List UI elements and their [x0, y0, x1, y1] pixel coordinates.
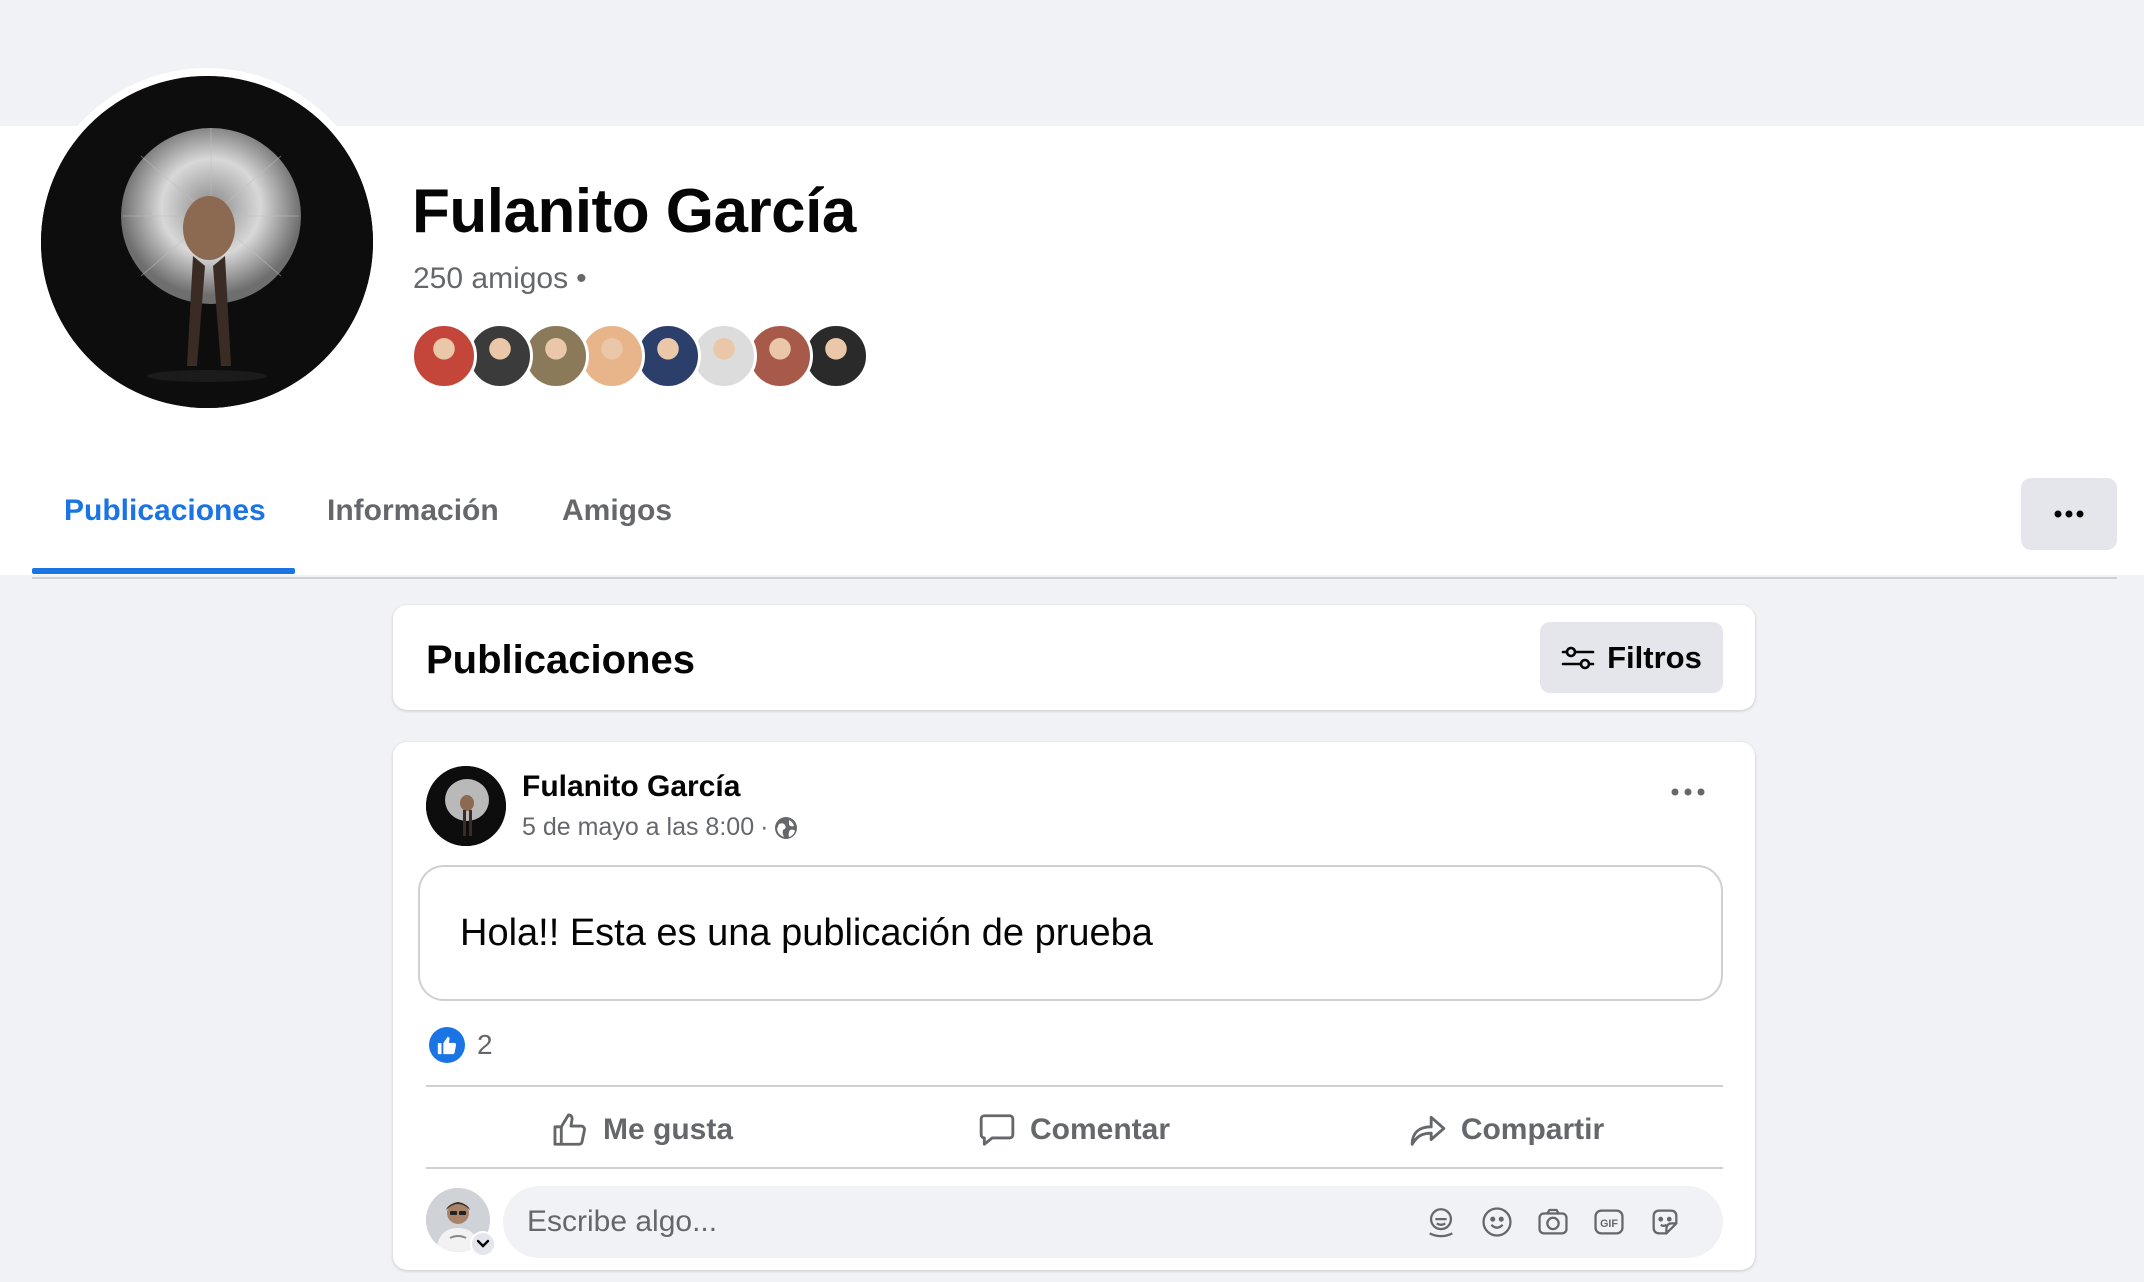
post-content-box: Hola!! Esta es una publicación de prueba — [418, 865, 1723, 1001]
more-horizontal-icon — [2054, 510, 2084, 518]
comment-box: GIF — [503, 1186, 1723, 1258]
profile-avatar[interactable] — [41, 76, 373, 408]
like-button[interactable]: Me gusta — [426, 1092, 858, 1168]
profile-more-button[interactable] — [2021, 478, 2117, 550]
friends-count[interactable]: 250 amigos • — [413, 262, 587, 296]
post-options-button[interactable] — [1663, 782, 1713, 802]
post-reactions[interactable]: 2 — [429, 1025, 493, 1065]
post-author-avatar[interactable] — [426, 766, 506, 846]
thumbs-up-outline-icon — [553, 1113, 586, 1146]
tab-publicaciones[interactable]: Publicaciones — [64, 494, 266, 528]
post-author-name[interactable]: Fulanito García — [522, 770, 740, 804]
filters-button[interactable]: Filtros — [1540, 622, 1723, 693]
friend-avatars — [411, 323, 881, 389]
post-meta: 5 de mayo a las 8:00 · — [522, 813, 798, 842]
post-card: Fulanito García 5 de mayo a las 8:00 · H… — [393, 742, 1755, 1270]
comment-button[interactable]: Comentar — [858, 1092, 1290, 1168]
active-tab-indicator — [32, 568, 295, 574]
posts-section-title: Publicaciones — [426, 638, 695, 682]
friend-avatar[interactable] — [411, 323, 477, 389]
post-timestamp[interactable]: 5 de mayo a las 8:00 — [522, 813, 754, 842]
posts-header-card: Publicaciones Filtros — [393, 605, 1755, 710]
sliders-icon — [1561, 646, 1595, 669]
header-divider — [32, 577, 2117, 579]
profile-name: Fulanito García — [412, 177, 856, 246]
chevron-down-icon[interactable] — [470, 1231, 496, 1257]
filters-label: Filtros — [1607, 639, 1702, 675]
camera-icon[interactable] — [1535, 1204, 1571, 1240]
tab-informacion[interactable]: Información — [327, 494, 499, 528]
post-text: Hola!! Esta es una publicación de prueba — [460, 911, 1153, 954]
cover-area — [0, 0, 2144, 126]
friends-separator: • — [576, 262, 587, 295]
share-arrow-icon — [1410, 1115, 1446, 1146]
actions-divider-top — [426, 1085, 1723, 1087]
emoji-icon[interactable] — [1479, 1204, 1515, 1240]
sticker-icon[interactable] — [1647, 1204, 1683, 1240]
avatar-sticker-icon[interactable] — [1423, 1204, 1459, 1240]
more-horizontal-icon — [1671, 788, 1705, 796]
like-label: Me gusta — [602, 1113, 734, 1146]
globe-icon — [775, 816, 798, 839]
tab-amigos[interactable]: Amigos — [562, 494, 672, 528]
share-button[interactable]: Compartir — [1290, 1092, 1723, 1168]
friends-count-label[interactable]: 250 amigos — [413, 262, 568, 295]
comment-label: Comentar — [1029, 1113, 1171, 1146]
share-label: Compartir — [1460, 1113, 1605, 1146]
speech-bubble-icon — [979, 1114, 1015, 1146]
reaction-count: 2 — [477, 1029, 493, 1060]
thumbs-up-icon — [429, 1027, 465, 1063]
gif-icon[interactable]: GIF — [1591, 1204, 1627, 1240]
comment-input[interactable] — [527, 1186, 1407, 1258]
post-meta-separator: · — [760, 813, 769, 841]
svg-text:GIF: GIF — [1600, 1218, 1618, 1230]
actions-divider-bottom — [426, 1167, 1723, 1169]
